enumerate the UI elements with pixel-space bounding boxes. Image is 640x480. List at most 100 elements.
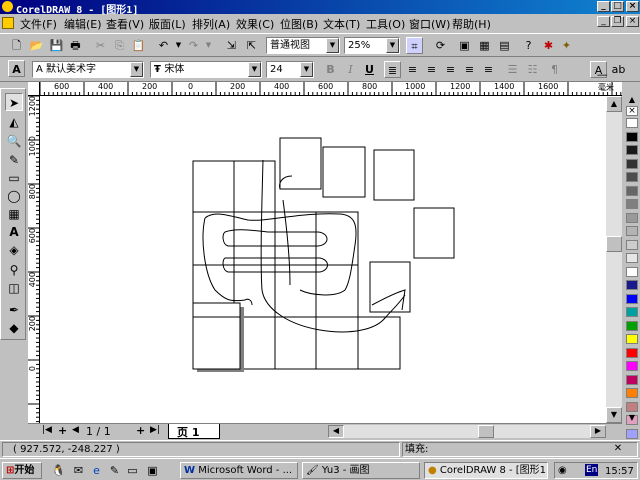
floating-rect[interactable] [369, 261, 411, 313]
shape-tool-icon[interactable]: ◭ [5, 113, 23, 131]
first-page-icon[interactable]: |◀ [42, 425, 52, 435]
task-word[interactable]: W Microsoft Word - ... [180, 462, 298, 479]
start-button[interactable]: ⊞开始 [2, 462, 42, 479]
menu-text[interactable]: 文本(T) [323, 16, 360, 32]
interactive-tool-icon[interactable]: ◫ [5, 279, 23, 297]
color-swatch[interactable] [626, 239, 638, 250]
char-stroke[interactable] [371, 289, 406, 311]
import-icon[interactable]: ⇲ [223, 37, 240, 54]
outline-tool-icon[interactable]: ✒ [5, 301, 23, 319]
color-swatch[interactable] [626, 199, 638, 209]
pick-tool-icon[interactable]: ➤ [5, 93, 23, 111]
scroll-right-icon[interactable]: ▶ [590, 425, 606, 438]
color-swatch[interactable] [626, 185, 638, 196]
maximize-button[interactable]: □ [611, 1, 624, 12]
corel-online-icon[interactable]: ▦ [476, 37, 493, 54]
scroll-up-icon[interactable]: ▲ [626, 96, 638, 106]
task-coreldraw[interactable]: ● CorelDRAW 8 - [图形1] [424, 462, 548, 479]
tray-icon[interactable]: ◉ [558, 465, 567, 476]
art-text-select[interactable]: A 默认美术字 ▼ [32, 61, 144, 78]
drawing-canvas[interactable] [40, 96, 606, 423]
document-icon[interactable] [2, 17, 14, 29]
interactive-fill-icon[interactable]: ◈ [5, 241, 23, 259]
vertical-scrollbar[interactable]: ▲ ▼ [606, 96, 622, 423]
font-size-select[interactable]: 24 ▼ [266, 61, 314, 78]
color-swatch[interactable] [626, 428, 638, 439]
snap-icon[interactable]: ⌗ [406, 37, 423, 54]
print-icon[interactable]: 🖶 [67, 37, 84, 54]
color-swatch[interactable] [626, 158, 638, 169]
chevron-down-icon[interactable]: ▼ [130, 62, 143, 77]
last-page-icon[interactable]: ▶| [150, 425, 160, 435]
ruler-corner[interactable] [28, 82, 40, 96]
app-icon[interactable]: ▣ [144, 462, 161, 479]
selected-rect[interactable] [192, 302, 241, 370]
ie-icon[interactable]: e [88, 462, 105, 479]
color-swatch[interactable] [626, 118, 638, 128]
horizontal-ruler[interactable]: 600 400 200 0 200 400 600 800 1000 1200 … [40, 82, 622, 96]
grid-rect[interactable] [192, 160, 235, 213]
chevron-down-icon[interactable]: ▼ [386, 38, 399, 53]
language-indicator[interactable]: En [585, 464, 599, 476]
drop-cap-icon[interactable]: ☷ [524, 61, 541, 78]
menu-file[interactable]: 文件(F) [20, 16, 57, 32]
grid-rect[interactable] [315, 211, 359, 266]
application-launcher-icon[interactable]: ▣ [456, 37, 473, 54]
qq-icon[interactable]: 🐧 [50, 462, 67, 479]
menu-window[interactable]: 窗口(W) [409, 16, 450, 32]
grid-rect[interactable] [274, 316, 317, 370]
vertical-ruler[interactable]: 1200 1000 800 600 400 200 0 [28, 96, 40, 426]
outlook-icon[interactable]: ✉ [70, 462, 87, 479]
copy-icon[interactable]: ⎘ [111, 37, 128, 54]
view-select[interactable]: 普通视图 ▼ [266, 37, 340, 54]
text-tool-icon[interactable]: A [8, 60, 25, 77]
floating-rect[interactable] [279, 137, 322, 190]
color-swatch[interactable] [626, 388, 638, 398]
close-button[interactable]: × [626, 1, 639, 12]
grid-rect[interactable] [233, 160, 276, 213]
grid-rect[interactable] [315, 264, 359, 318]
open-icon[interactable]: 📂 [28, 37, 45, 54]
text-tool-icon[interactable]: A [5, 223, 23, 241]
save-icon[interactable]: 💾 [48, 37, 65, 54]
grid-rect[interactable] [357, 316, 401, 370]
redo-dropdown-icon[interactable]: ▼ [200, 37, 217, 54]
eyedropper-tool-icon[interactable]: ⚲ [5, 261, 23, 279]
color-swatch[interactable] [626, 347, 638, 358]
color-swatch[interactable] [626, 131, 638, 142]
menu-view[interactable]: 查看(V) [106, 16, 144, 32]
zoom-select[interactable]: 25% ▼ [344, 37, 400, 54]
menu-arrange[interactable]: 排列(A) [192, 16, 230, 32]
color-swatch[interactable] [626, 361, 638, 371]
ellipse-tool-icon[interactable]: ◯ [5, 187, 23, 205]
chevron-down-icon[interactable]: ▼ [326, 38, 339, 53]
menu-tools[interactable]: 工具(O) [366, 16, 405, 32]
desktop-icon[interactable]: ▭ [124, 462, 141, 479]
add-page-after-icon[interactable]: + [136, 424, 145, 437]
cut-icon[interactable]: ✂ [92, 37, 109, 54]
transform-icon[interactable]: ⟳ [432, 37, 449, 54]
floating-rect[interactable] [322, 146, 366, 198]
underline-button[interactable]: U [361, 61, 378, 78]
chevron-down-icon[interactable]: ▼ [248, 62, 261, 77]
grid-rect[interactable] [274, 211, 317, 266]
zoom-tool-icon[interactable]: 🔍 [5, 132, 23, 150]
new-icon[interactable]: 🗋 [8, 37, 25, 54]
align-force-icon[interactable]: ≡ [480, 61, 497, 78]
scroll-up-icon[interactable]: ▲ [606, 96, 622, 112]
doc-close-button[interactable]: × [626, 16, 639, 27]
color-swatch[interactable] [626, 401, 638, 412]
menu-bitmaps[interactable]: 位图(B) [280, 16, 318, 32]
color-swatch[interactable] [626, 266, 638, 277]
color-swatch[interactable] [626, 212, 638, 223]
color-swatch[interactable] [626, 280, 638, 290]
bug-icon[interactable]: ✱ [540, 37, 557, 54]
coreldraw-app-icon[interactable] [2, 1, 13, 12]
font-select[interactable]: Ŧ 宋体 ▼ [150, 61, 262, 78]
whats-this-icon[interactable]: ? [520, 37, 537, 54]
rectangle-tool-icon[interactable]: ▭ [5, 169, 23, 187]
drawing-svg[interactable] [40, 96, 606, 423]
color-swatch[interactable] [626, 293, 638, 304]
align-right-icon[interactable]: ≡ [442, 61, 459, 78]
align-center-icon[interactable]: ≡ [423, 61, 440, 78]
